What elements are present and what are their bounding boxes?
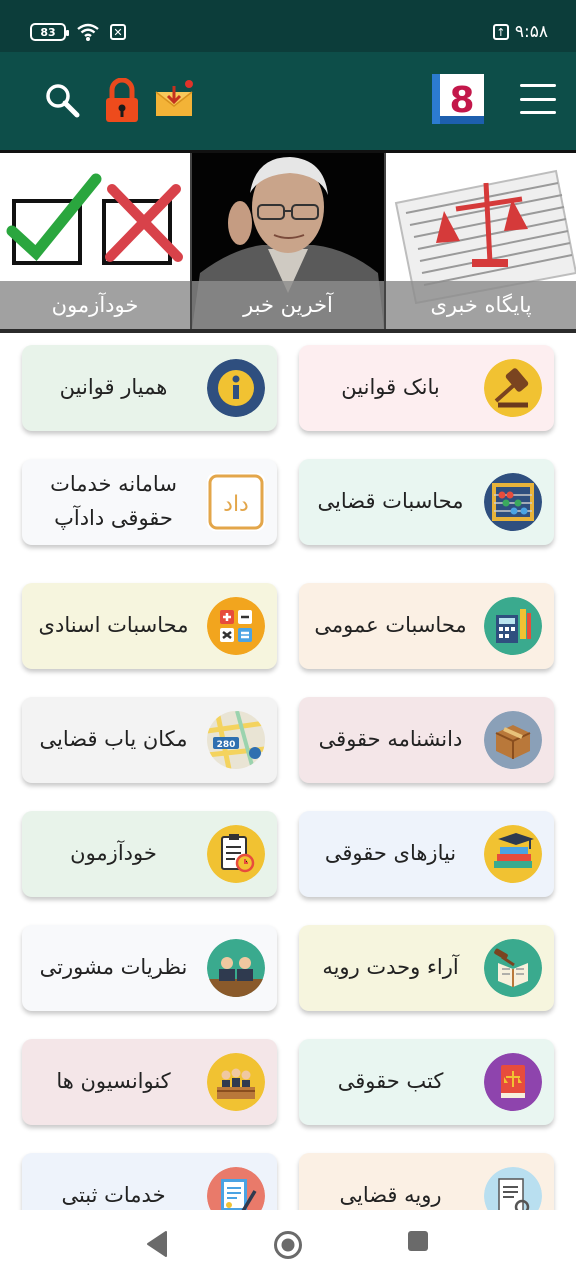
document-search-icon bbox=[484, 1167, 542, 1210]
banner-caption: پایگاه خبری bbox=[386, 281, 576, 329]
card-bank-laws[interactable]: بانک قوانین bbox=[299, 345, 554, 431]
card-judicial-calc[interactable]: محاسبات قضایی bbox=[299, 459, 554, 545]
conference-icon bbox=[207, 1053, 265, 1111]
calc-keys-icon bbox=[207, 597, 265, 655]
card-label-line: سامانه خدمات bbox=[50, 472, 177, 497]
logo-digit: 8 bbox=[449, 80, 474, 121]
menu-icon[interactable] bbox=[520, 84, 556, 114]
info-icon bbox=[207, 359, 265, 417]
mail-icon[interactable] bbox=[154, 78, 196, 120]
card-label: بانک قوانین bbox=[341, 375, 440, 400]
banner-caption: آخرین خبر bbox=[192, 281, 384, 329]
clock: ۹:۵۸ bbox=[514, 22, 548, 42]
card-label: کتب حقوقی bbox=[337, 1069, 444, 1094]
card-label: رویه قضایی bbox=[339, 1183, 442, 1208]
law-book-icon bbox=[484, 1053, 542, 1111]
card-label: خدمات ثبتی bbox=[61, 1183, 166, 1208]
card-dadapp[interactable]: داد سامانه خدمات حقوقی دادآپ bbox=[22, 459, 277, 545]
card-general-calc[interactable]: محاسبات عمومی bbox=[299, 583, 554, 669]
abacus-icon bbox=[484, 473, 542, 531]
card-label: خودآزمون bbox=[70, 841, 157, 866]
app-logo: 8 bbox=[430, 72, 486, 128]
card-label: نظریات مشورتی bbox=[39, 955, 188, 980]
recent-apps-icon[interactable] bbox=[407, 1230, 429, 1256]
search-icon[interactable] bbox=[44, 82, 80, 118]
wifi-icon bbox=[77, 23, 99, 41]
card-court-locator[interactable]: 280 مکان یاب قضایی bbox=[22, 697, 277, 783]
battery-icon: 83 bbox=[30, 23, 69, 41]
card-label-line: حقوقی دادآپ bbox=[54, 506, 173, 530]
card-self-quiz[interactable]: خودآزمون bbox=[22, 811, 277, 897]
no-sim-icon: ✕ bbox=[110, 24, 126, 40]
banner-latest-news[interactable]: آخرین خبر bbox=[192, 153, 384, 329]
card-legal-needs[interactable]: نیازهای حقوقی bbox=[299, 811, 554, 897]
books-cap-icon bbox=[484, 825, 542, 883]
card-conventions[interactable]: کنوانسیون ها bbox=[22, 1039, 277, 1125]
card-advisory-opinions[interactable]: نظریات مشورتی bbox=[22, 925, 277, 1011]
calculator-icon bbox=[484, 597, 542, 655]
back-icon[interactable] bbox=[146, 1230, 170, 1262]
package-icon bbox=[484, 711, 542, 769]
card-label: همیار قوانین bbox=[59, 375, 168, 400]
banner-news-base[interactable]: پایگاه خبری bbox=[386, 153, 576, 329]
dadapp-logo-icon: داد bbox=[207, 473, 265, 531]
clipboard-timer-icon bbox=[207, 825, 265, 883]
card-document-calc[interactable]: محاسبات اسنادی bbox=[22, 583, 277, 669]
dadapp-logo-text: داد bbox=[223, 492, 249, 517]
map-badge: 280 bbox=[217, 740, 236, 750]
checkbox-illustration-icon bbox=[6, 173, 183, 265]
status-icons: 83 ✕ bbox=[30, 22, 126, 42]
map-icon: 280 bbox=[207, 711, 265, 769]
card-label: محاسبات عمومی bbox=[314, 613, 467, 638]
card-judicial-practice[interactable]: رویه قضایی bbox=[299, 1153, 554, 1210]
card-label: کنوانسیون ها bbox=[56, 1069, 171, 1094]
lock-icon[interactable] bbox=[104, 77, 140, 124]
card-registration-services[interactable]: خدمات ثبتی bbox=[22, 1153, 277, 1210]
card-legal-encyclopedia[interactable]: دانشنامه حقوقی bbox=[299, 697, 554, 783]
card-label: نیازهای حقوقی bbox=[324, 841, 457, 866]
card-label: محاسبات اسنادی bbox=[38, 613, 189, 638]
home-icon[interactable] bbox=[273, 1230, 303, 1264]
upload-icon: ↑ bbox=[492, 24, 509, 40]
gavel-book-icon bbox=[484, 939, 542, 997]
status-time-area: ↑ ۹:۵۸ bbox=[492, 22, 548, 42]
meeting-people-icon bbox=[207, 939, 265, 997]
card-label: سامانه خدمات حقوقی دادآپ bbox=[32, 459, 195, 545]
app-bar: 8 bbox=[0, 52, 576, 150]
card-label: دانشنامه حقوقی bbox=[318, 727, 463, 752]
gavel-icon bbox=[484, 359, 542, 417]
card-label: آراء وحدت رویه bbox=[322, 955, 459, 980]
banner-self-quiz[interactable]: خودآزمون bbox=[0, 153, 190, 329]
menu-grid: بانک قوانین همیار قوانین محاسبات قضایی د… bbox=[0, 333, 576, 1210]
banner-caption: خودآزمون bbox=[0, 281, 190, 329]
card-law-books[interactable]: کتب حقوقی bbox=[299, 1039, 554, 1125]
status-bar: 83 ✕ ↑ ۹:۵۸ bbox=[0, 0, 576, 52]
card-law-assistant[interactable]: همیار قوانین bbox=[22, 345, 277, 431]
system-nav-bar bbox=[0, 1210, 576, 1280]
card-unity-rulings[interactable]: آراء وحدت رویه bbox=[299, 925, 554, 1011]
card-label: محاسبات قضایی bbox=[317, 489, 464, 514]
certificate-pen-icon bbox=[207, 1167, 265, 1210]
card-label: مکان یاب قضایی bbox=[39, 727, 188, 752]
